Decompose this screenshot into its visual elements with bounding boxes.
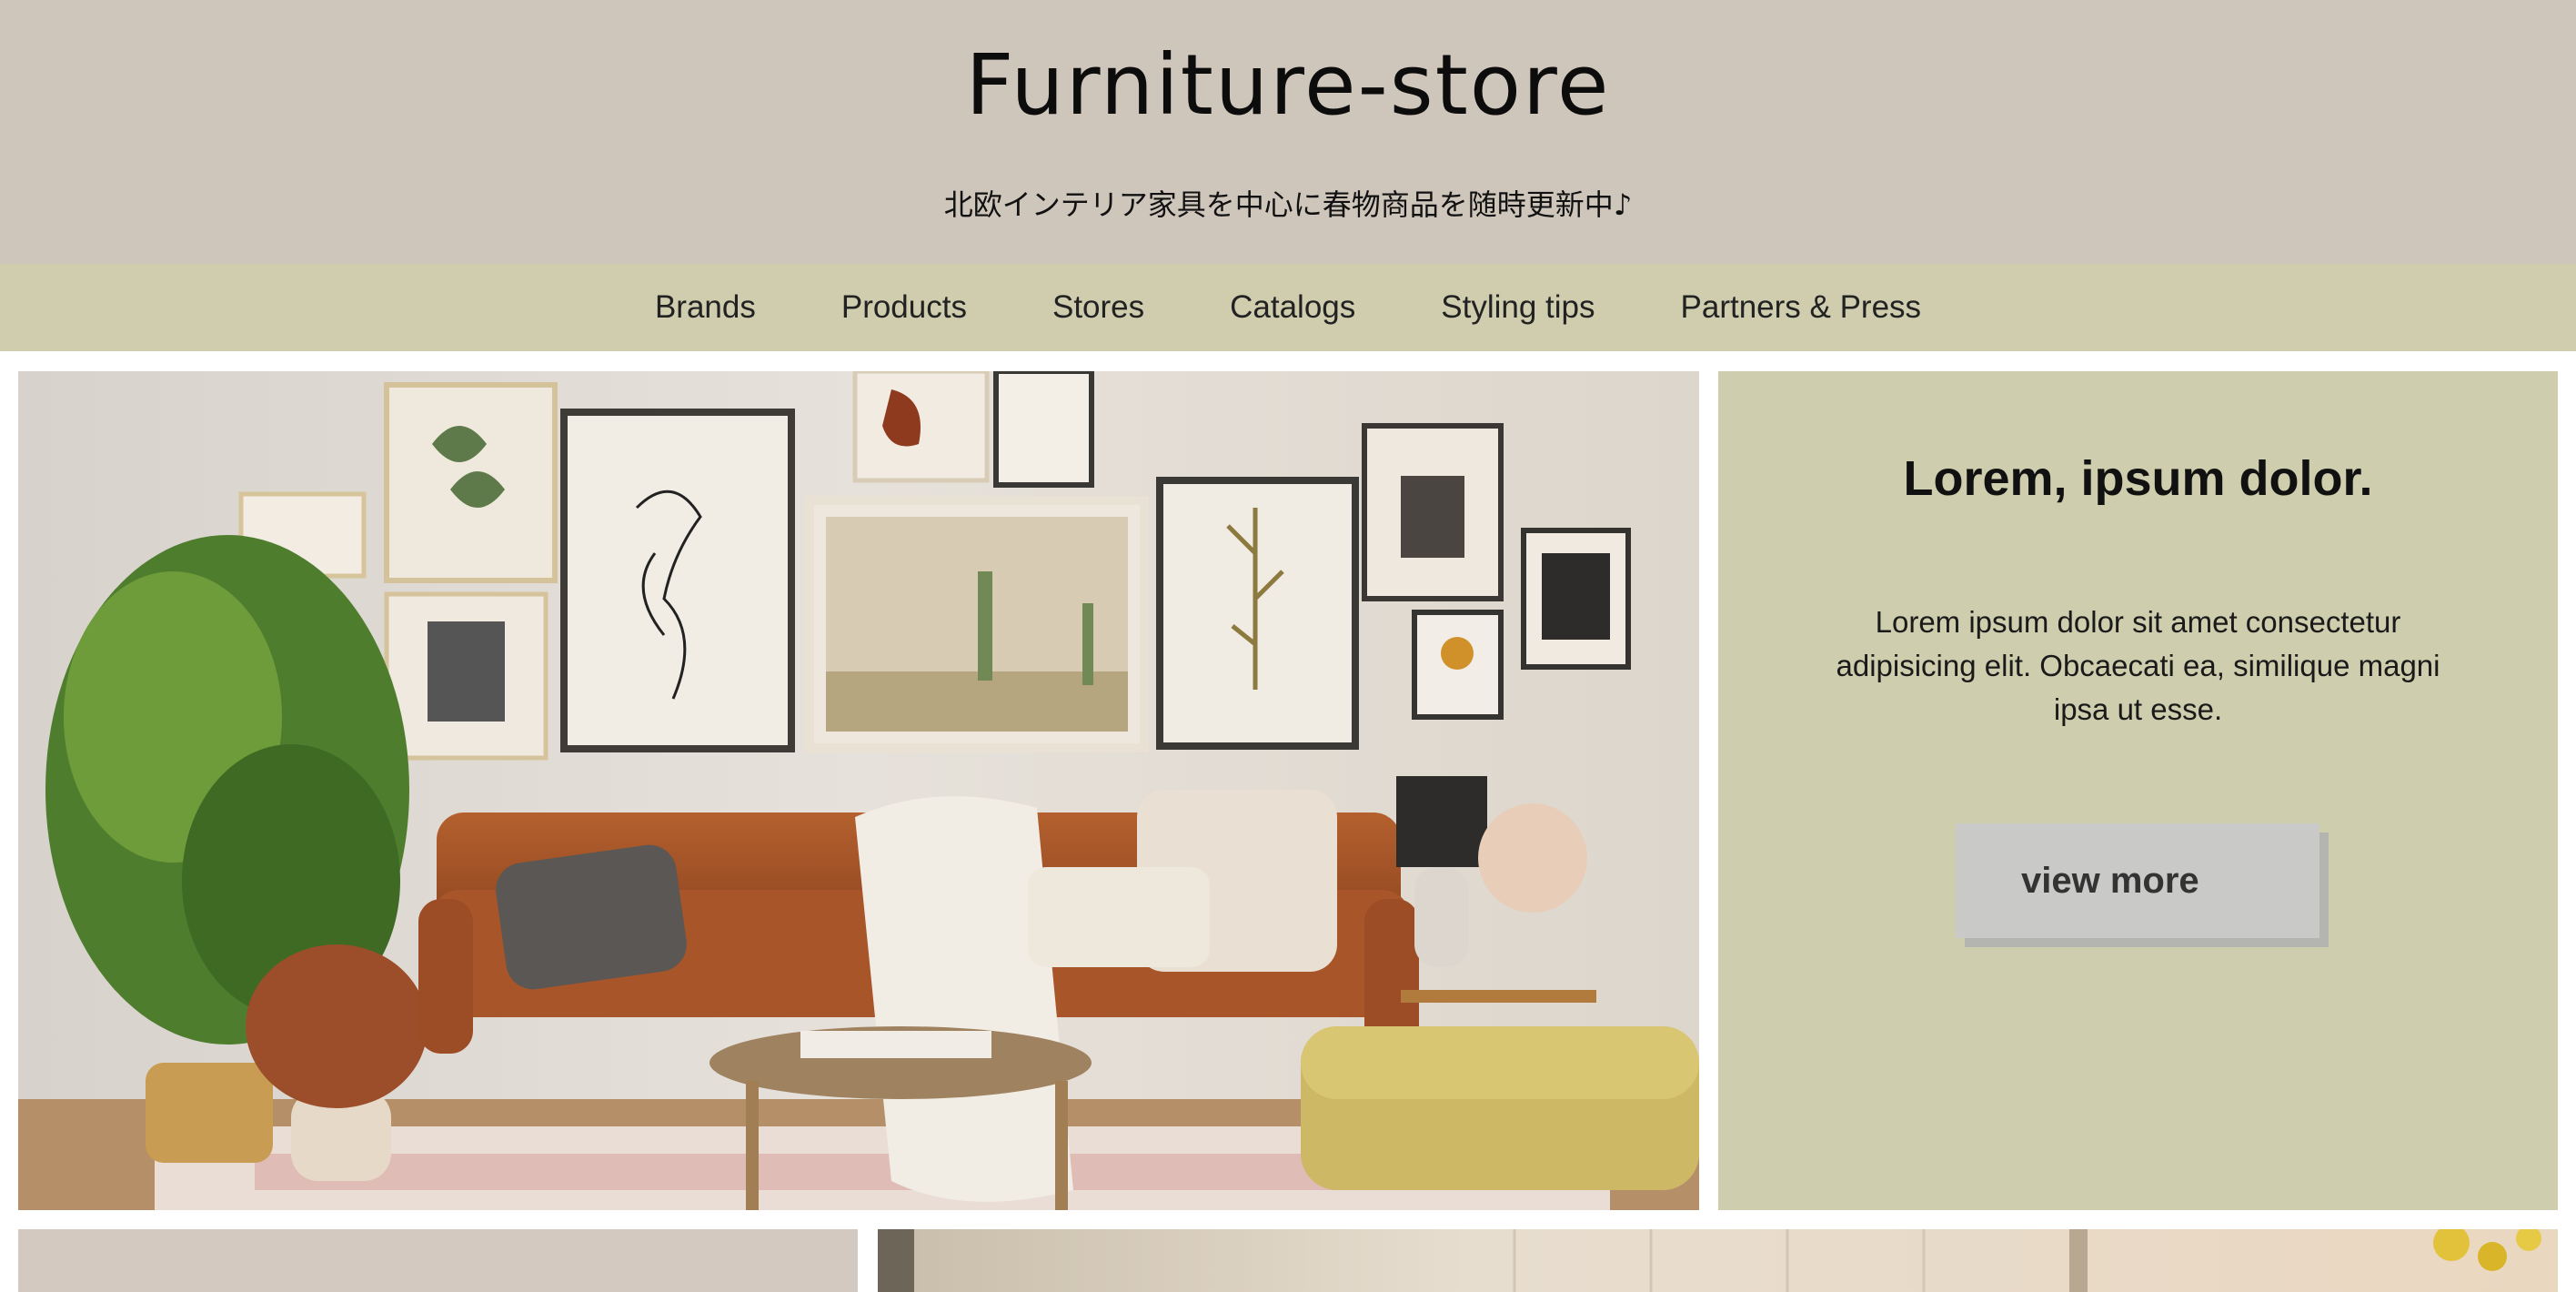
nav-link-brands[interactable]: Brands bbox=[655, 289, 756, 326]
nav-link-stores[interactable]: Stores bbox=[1052, 289, 1144, 326]
global-nav: Brands Products Stores Catalogs Styling … bbox=[0, 264, 2576, 351]
view-more-button[interactable]: view more bbox=[1956, 823, 2319, 938]
hero-heading: Lorem, ipsum dolor. bbox=[1903, 451, 2373, 506]
hero-living-room-image bbox=[18, 371, 1699, 1210]
nav-link-products[interactable]: Products bbox=[841, 289, 967, 326]
site-title[interactable]: Furniture-store bbox=[0, 36, 2576, 134]
nav-link-partners-press[interactable]: Partners & Press bbox=[1681, 289, 1922, 326]
hero-panel: Lorem, ipsum dolor. Lorem ipsum dolor si… bbox=[1718, 371, 2558, 1210]
bottom-left-tile bbox=[18, 1229, 858, 1292]
living-room-illustration bbox=[18, 371, 1699, 1210]
site-header: Furniture-store 北欧インテリア家具を中心に春物商品を随時更新中♪ bbox=[0, 0, 2576, 264]
hero-description: Lorem ipsum dolor sit amet consectetur a… bbox=[1836, 605, 2440, 726]
bottom-right-image bbox=[878, 1229, 2558, 1292]
site-tagline: 北欧インテリア家具を中心に春物商品を随時更新中♪ bbox=[943, 187, 1633, 222]
bedroom-illustration bbox=[878, 1229, 2558, 1292]
nav-link-catalogs[interactable]: Catalogs bbox=[1230, 289, 1355, 326]
nav-link-styling-tips[interactable]: Styling tips bbox=[1441, 289, 1595, 326]
